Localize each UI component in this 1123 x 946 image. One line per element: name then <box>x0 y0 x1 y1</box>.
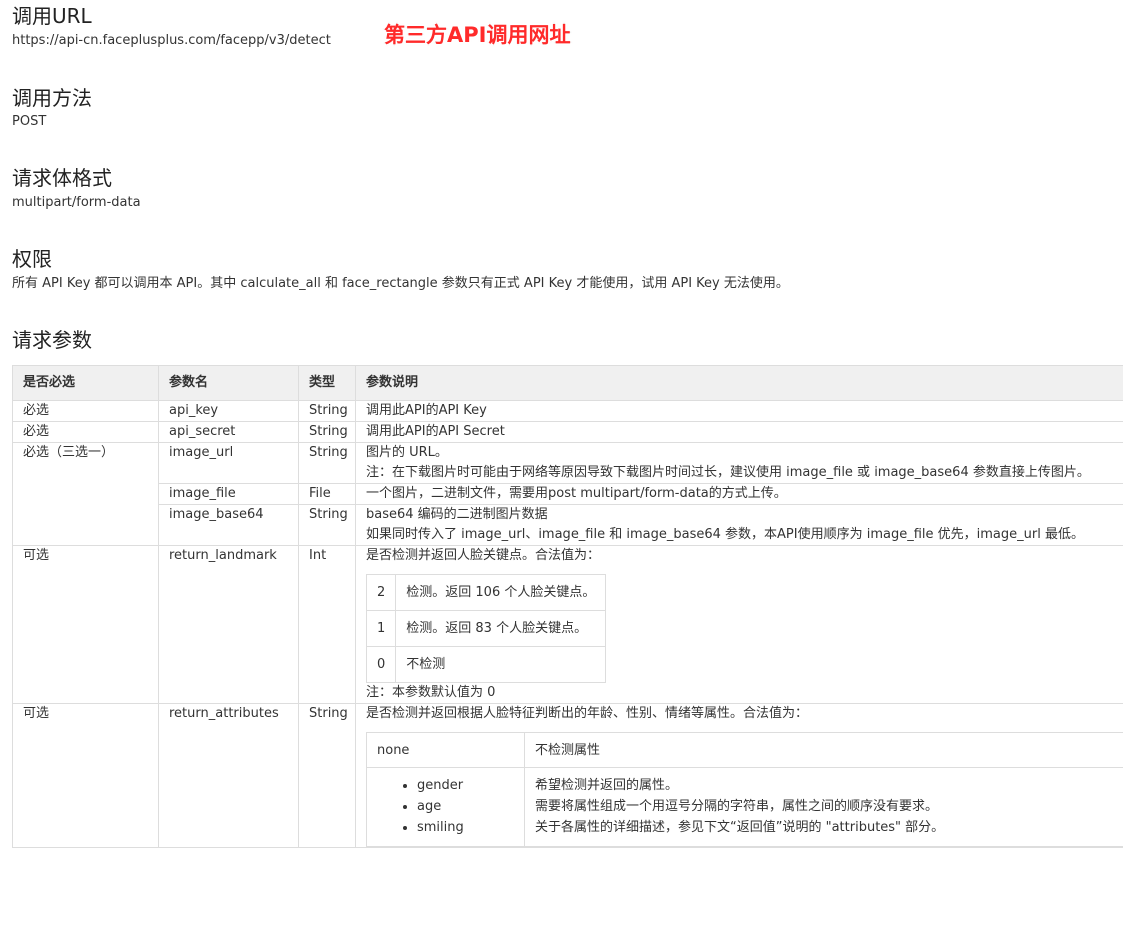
list-item: smiling <box>417 817 514 838</box>
table-row: 可选 return_landmark Int 是否检测并返回人脸关键点。合法值为… <box>12 545 1123 704</box>
section-title-method: 调用方法 <box>12 86 92 110</box>
header-description: 参数说明 <box>355 365 1123 401</box>
cell-required: 必选（三选一） <box>12 442 159 546</box>
attr-desc-line: 关于各属性的详细描述，参见下文“返回值”说明的 "attributes" 部分。 <box>535 820 945 835</box>
value-cell: 1 <box>365 610 397 647</box>
landmark-values-table: 2 检测。返回 106 个人脸关键点。 1 检测。返回 83 个人脸关键点。 0… <box>365 574 607 683</box>
list-item: gender <box>417 775 514 796</box>
section-title-params: 请求参数 <box>12 328 92 352</box>
desc-note: 如果同时传入了 image_url、image_file 和 image_bas… <box>366 527 1084 542</box>
cell-param-name: image_file <box>158 483 299 505</box>
value-label: 检测。返回 106 个人脸关键点。 <box>395 574 607 611</box>
attribute-list: gender age smiling <box>377 775 514 838</box>
cell-type: String <box>298 703 356 848</box>
cell-required: 必选 <box>12 421 159 443</box>
params-table: 是否必选 参数名 类型 参数说明 必选 api_key String 调用此AP… <box>12 365 1123 848</box>
desc-line: 图片的 URL。 <box>366 445 448 460</box>
cell-type: Int <box>298 545 356 704</box>
value-cell: none <box>366 732 525 768</box>
cell-type: File <box>298 483 356 505</box>
cell-description: 图片的 URL。 注：在下载图片时可能由于网络等原因导致下载图片时间过长，建议使… <box>355 442 1123 484</box>
cell-type: String <box>298 442 356 484</box>
desc-line: 调用此API的API Key <box>366 403 487 418</box>
value-label: 检测。返回 83 个人脸关键点。 <box>395 610 607 647</box>
value-label: 不检测属性 <box>524 732 1123 768</box>
desc-note: 注：在下载图片时可能由于网络等原因导致下载图片时间过长，建议使用 image_f… <box>366 465 1090 480</box>
value-row: 0 不检测 <box>365 646 607 683</box>
cell-description: 调用此API的API Key <box>355 400 1123 422</box>
table-row: 必选 api_key String 调用此API的API Key <box>12 400 1123 422</box>
value-row: gender age smiling 希望检测并返回的属性。 需要将属性组成一个… <box>366 767 1123 847</box>
cell-required: 可选 <box>12 703 159 848</box>
table-row: image_base64 String base64 编码的二进制图片数据 如果… <box>13 504 1123 546</box>
permission-text: 所有 API Key 都可以调用本 API。其中 calculate_all 和… <box>12 276 789 291</box>
table-row: 必选（三选一） image_url String 图片的 URL。 注：在下载图… <box>12 442 1123 546</box>
value-row: 1 检测。返回 83 个人脸关键点。 <box>365 610 607 647</box>
table-header-row: 是否必选 参数名 类型 参数说明 <box>12 365 1123 401</box>
table-row: image_file File 一个图片，二进制文件，需要用post multi… <box>13 483 1123 505</box>
cell-required: 可选 <box>12 545 159 704</box>
attr-desc-line: 希望检测并返回的属性。 <box>535 778 679 793</box>
header-param-name: 参数名 <box>158 365 299 401</box>
desc-line: 一个图片，二进制文件，需要用post multipart/form-data的方… <box>366 486 787 501</box>
value-label: 希望检测并返回的属性。 需要将属性组成一个用逗号分隔的字符串，属性之间的顺序没有… <box>524 767 1123 847</box>
cell-param-name: api_secret <box>158 421 299 443</box>
cell-type: String <box>298 421 356 443</box>
value-row: 2 检测。返回 106 个人脸关键点。 <box>365 574 607 611</box>
cell-description: 是否检测并返回根据人脸特征判断出的年龄、性别、情绪等属性。合法值为： none … <box>355 703 1123 848</box>
table-row: 可选 return_attributes String 是否检测并返回根据人脸特… <box>12 703 1123 848</box>
cell-param-name: return_landmark <box>158 545 299 704</box>
format-text: multipart/form-data <box>12 195 141 210</box>
cell-description: 调用此API的API Secret <box>355 421 1123 443</box>
api-url-text: https://api-cn.faceplusplus.com/facepp/v… <box>12 33 331 48</box>
default-note: 注：本参数默认值为 0 <box>366 685 496 700</box>
desc-line: base64 编码的二进制图片数据 <box>366 507 548 522</box>
section-title-url: 调用URL <box>12 4 92 28</box>
cell-param-name: api_key <box>158 400 299 422</box>
desc-line: 调用此API的API Secret <box>366 424 505 439</box>
attr-desc-line: 需要将属性组成一个用逗号分隔的字符串，属性之间的顺序没有要求。 <box>535 799 939 814</box>
cell-required: 必选 <box>12 400 159 422</box>
header-type: 类型 <box>298 365 356 401</box>
cell-description: 一个图片，二进制文件，需要用post multipart/form-data的方… <box>355 483 1123 505</box>
annotation-label: 第三方API调用网址 <box>384 23 571 47</box>
cell-description: base64 编码的二进制图片数据 如果同时传入了 image_url、imag… <box>355 504 1123 546</box>
attributes-values-table: none 不检测属性 gender age smiling 希望检测并 <box>366 732 1123 847</box>
section-title-format: 请求体格式 <box>12 166 112 190</box>
desc-line: 是否检测并返回根据人脸特征判断出的年龄、性别、情绪等属性。合法值为： <box>366 706 809 721</box>
value-row: none 不检测属性 <box>366 732 1123 768</box>
cell-type: String <box>298 504 356 546</box>
cell-param-name: return_attributes <box>158 703 299 848</box>
value-label: 不检测 <box>395 646 607 683</box>
method-text: POST <box>12 114 47 129</box>
cell-type: String <box>298 400 356 422</box>
table-row: 必选 api_secret String 调用此API的API Secret <box>12 421 1123 443</box>
value-cell: 2 <box>365 574 397 611</box>
value-cell: 0 <box>365 646 397 683</box>
list-item: age <box>417 796 514 817</box>
cell-param-name: image_url <box>158 442 299 484</box>
cell-description: 是否检测并返回人脸关键点。合法值为： 2 检测。返回 106 个人脸关键点。 1… <box>355 545 1123 704</box>
cell-param-name: image_base64 <box>158 504 299 546</box>
value-cell: gender age smiling <box>366 767 525 847</box>
section-title-permission: 权限 <box>12 247 52 271</box>
header-required: 是否必选 <box>12 365 159 401</box>
desc-line: 是否检测并返回人脸关键点。合法值为： <box>366 548 601 563</box>
